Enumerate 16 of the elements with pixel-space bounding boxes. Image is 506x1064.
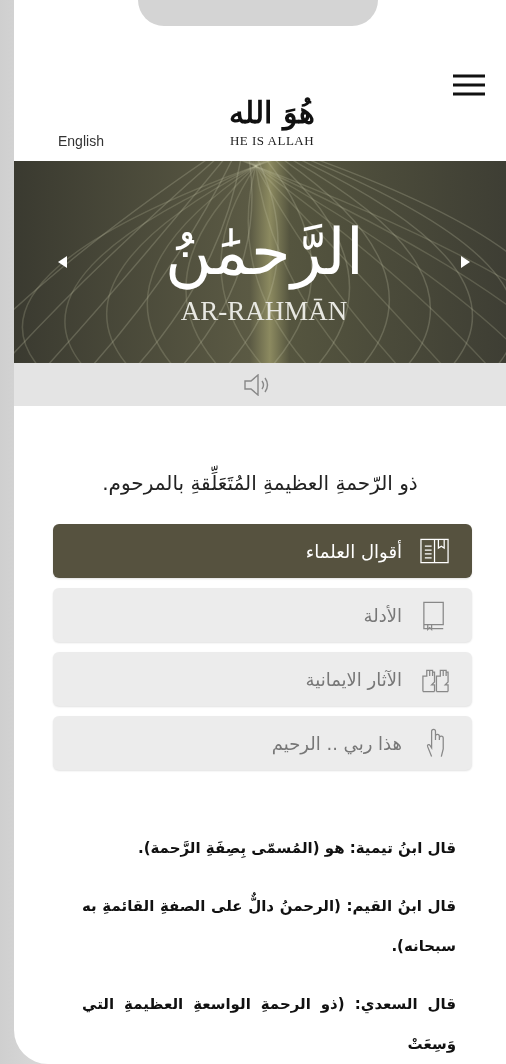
language-link[interactable]: English	[58, 133, 104, 150]
menu-item[interactable]: الأدلة	[53, 588, 472, 642]
previous-arrow-icon[interactable]	[58, 256, 67, 269]
menu-item[interactable]: أقوال العلماء	[53, 524, 472, 578]
menu-icon	[452, 72, 486, 97]
menu-item[interactable]: هذا ربي .. الرحيم	[53, 716, 472, 770]
divine-name-arabic: الرَّحمَٰنُ	[164, 216, 364, 290]
scholar-quote: قال ابنُ القيم: (الرحمنُ دالٌّ على الصفةِ القائمةِ به سبحانه).	[82, 886, 456, 966]
logo-text: هُوَ الله	[229, 96, 315, 130]
scholar-quote: قال ابنُ تيمية: هو (المُسمّى بِصِفَةِ الرَّحمة).	[136, 838, 456, 860]
menu-item[interactable]: الآثار الايمانية	[53, 652, 472, 706]
menu-button[interactable]	[452, 72, 486, 97]
divine-name-latin: AR-RAHMĀN	[180, 295, 348, 327]
logo-caption: HE IS ALLAH	[229, 133, 315, 150]
scholar-quote: قال السعدي: (ذو الرحمةِ الواسعةِ العظيمةِ التي وَسِعَتْ	[82, 994, 456, 1055]
next-arrow-icon[interactable]	[461, 256, 470, 269]
